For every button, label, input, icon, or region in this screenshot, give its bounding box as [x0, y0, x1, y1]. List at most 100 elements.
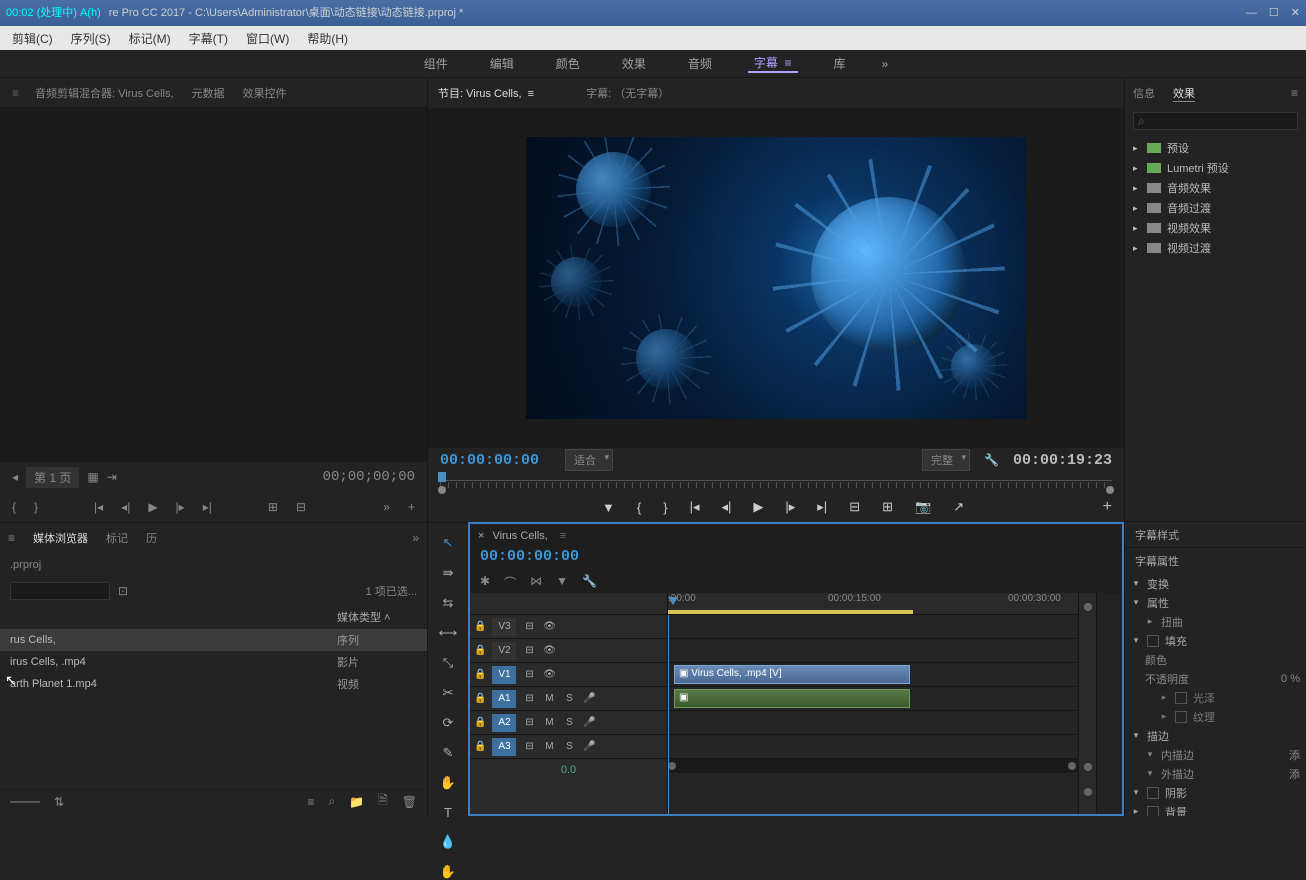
prop-attributes[interactable]: ▾属性: [1131, 593, 1300, 612]
workspace-titles[interactable]: 字幕 ≡: [748, 54, 798, 73]
tab-markers[interactable]: 标记: [106, 530, 128, 546]
prop-opacity[interactable]: 不透明度0 %: [1131, 669, 1300, 688]
tree-audio-trans[interactable]: ▸音频过渡: [1129, 198, 1302, 218]
filter-icon[interactable]: ⊡: [118, 584, 128, 598]
hand-tool-2[interactable]: ✋: [438, 864, 458, 880]
lock-icon[interactable]: 🔒: [474, 693, 486, 704]
timeline-tracks[interactable]: :00:00 00:00:15:00 00:00:30:00 ▣ Virus C…: [668, 593, 1078, 814]
menu-window[interactable]: 窗口(W): [238, 30, 297, 47]
marker-icon[interactable]: ▼: [602, 500, 615, 515]
timeline-timecode[interactable]: 00:00:00:00: [480, 548, 579, 565]
settings-icon[interactable]: 🔧: [582, 574, 597, 591]
go-out-icon[interactable]: ▸|: [203, 500, 212, 514]
mic-icon[interactable]: 🎤: [582, 693, 596, 704]
tree-video-fx[interactable]: ▸视频效果: [1129, 218, 1302, 238]
prop-fill[interactable]: ▾填充: [1131, 631, 1300, 650]
track-a2[interactable]: [668, 711, 1078, 735]
rolling-tool[interactable]: ⟷: [438, 625, 458, 641]
prop-outer-stroke[interactable]: ▾外描边添: [1131, 764, 1300, 783]
prop-background[interactable]: ▸背景: [1131, 802, 1300, 816]
program-scrubber[interactable]: [440, 472, 1112, 492]
tab-media-browser[interactable]: 媒体浏览器: [33, 530, 88, 546]
project-row[interactable]: arth Planet 1.mp4视频: [0, 673, 427, 695]
overwrite-icon[interactable]: ⊟: [296, 500, 306, 514]
timeline-scrollbar[interactable]: [668, 759, 1078, 773]
zoom-dropdown[interactable]: 适合: [565, 449, 613, 471]
tab-effect-controls[interactable]: 效果控件: [241, 81, 289, 105]
panel-menu-icon[interactable]: ≡: [1291, 86, 1298, 100]
step-back-icon[interactable]: ◂|: [121, 500, 130, 514]
overflow-icon[interactable]: »: [412, 531, 419, 545]
track-v3[interactable]: [668, 615, 1078, 639]
magnet-icon[interactable]: ⌒: [504, 574, 516, 591]
eye-icon[interactable]: 👁: [542, 669, 556, 680]
prop-shadow[interactable]: ▾阴影: [1131, 783, 1300, 802]
solo-icon[interactable]: S: [562, 717, 576, 728]
workspace-color[interactable]: 颜色: [550, 55, 586, 72]
play-icon[interactable]: ▶: [753, 499, 763, 515]
list-view-icon[interactable]: ≡: [307, 795, 314, 809]
effects-search-input[interactable]: ⌕: [1133, 112, 1298, 130]
hand-tool[interactable]: ✋: [438, 775, 458, 791]
step-fwd-icon[interactable]: |▸: [176, 500, 185, 514]
workspace-libraries[interactable]: 库: [828, 55, 852, 72]
lock-icon[interactable]: 🔒: [474, 621, 486, 632]
selection-tool[interactable]: ↖: [438, 535, 458, 551]
tree-presets[interactable]: ▸预设: [1129, 138, 1302, 158]
track-v1[interactable]: ▣ Virus Cells, .mp4 [V]: [668, 663, 1078, 687]
lift-icon[interactable]: ⊟: [849, 499, 860, 515]
target-icon[interactable]: ⊟: [522, 669, 536, 680]
link-icon[interactable]: ⋈: [530, 574, 542, 591]
zoom-slider[interactable]: [10, 801, 40, 803]
sort-icon[interactable]: ⇅: [54, 795, 64, 809]
zoom-value[interactable]: 0.0: [561, 764, 576, 776]
snapshot-icon[interactable]: 📷: [915, 499, 931, 515]
program-timecode-in[interactable]: 00:00:00:00: [440, 452, 539, 469]
ripple-tool[interactable]: ⇆: [438, 595, 458, 611]
minimize-button[interactable]: —: [1246, 0, 1257, 26]
column-media-type[interactable]: 媒体类型 ˄: [337, 609, 417, 625]
overflow-icon[interactable]: »: [383, 500, 390, 514]
mute-icon[interactable]: M: [542, 693, 556, 704]
solo-icon[interactable]: S: [562, 741, 576, 752]
target-icon[interactable]: ⊟: [522, 741, 536, 752]
track-header-v2[interactable]: 🔒 V2 ⊟ 👁: [470, 639, 667, 663]
target-icon[interactable]: ⊟: [522, 621, 536, 632]
maximize-button[interactable]: ☐: [1269, 0, 1279, 26]
workspace-overflow[interactable]: »: [882, 57, 889, 71]
menu-title[interactable]: 字幕(T): [181, 30, 236, 47]
track-header-a2[interactable]: 🔒 A2 ⊟ M S 🎤: [470, 711, 667, 735]
prop-texture[interactable]: ▸纹理: [1131, 707, 1300, 726]
project-row[interactable]: rus Cells,序列: [0, 629, 427, 651]
pen-tool[interactable]: ✎: [438, 745, 458, 761]
workspace-assembly[interactable]: 组件: [418, 55, 454, 72]
panel-menu-icon[interactable]: ≡: [8, 531, 15, 545]
go-in-icon[interactable]: |◂: [690, 499, 700, 515]
track-header-v3[interactable]: 🔒 V3 ⊟ 👁: [470, 615, 667, 639]
tree-video-trans[interactable]: ▸视频过渡: [1129, 238, 1302, 258]
mark-out-icon[interactable]: }: [34, 500, 38, 514]
new-item-icon[interactable]: 🗎: [378, 791, 388, 812]
track-header-a3[interactable]: 🔒 A3 ⊟ M S 🎤: [470, 735, 667, 759]
prop-distort[interactable]: ▸扭曲: [1131, 612, 1300, 631]
video-clip[interactable]: ▣ Virus Cells, .mp4 [V]: [674, 665, 910, 684]
workspace-editing[interactable]: 编辑: [484, 55, 520, 72]
menu-clip[interactable]: 剪辑(C): [4, 30, 61, 47]
project-row[interactable]: irus Cells, .mp4影片: [0, 651, 427, 673]
mark-in-icon[interactable]: {: [12, 500, 16, 514]
export-icon[interactable]: ↗: [953, 499, 964, 515]
track-a1[interactable]: ▣: [668, 687, 1078, 711]
tab-metadata[interactable]: 元数据: [190, 81, 227, 105]
track-header-a1[interactable]: 🔒 A1 ⊟ M S 🎤: [470, 687, 667, 711]
quality-dropdown[interactable]: 完整: [922, 449, 970, 471]
extract-icon[interactable]: ⊞: [882, 499, 893, 515]
next-page-icon[interactable]: ⇥: [107, 470, 117, 484]
mark-in-icon[interactable]: {: [637, 500, 641, 515]
tab-more[interactable]: 历: [146, 530, 157, 546]
new-bin-icon[interactable]: 📁: [349, 795, 364, 809]
step-fwd-icon[interactable]: |▸: [785, 499, 795, 515]
prop-stroke[interactable]: ▾描边: [1131, 726, 1300, 745]
target-icon[interactable]: ⊟: [522, 693, 536, 704]
mark-out-icon[interactable]: }: [663, 500, 667, 515]
mic-icon[interactable]: 🎤: [582, 717, 596, 728]
